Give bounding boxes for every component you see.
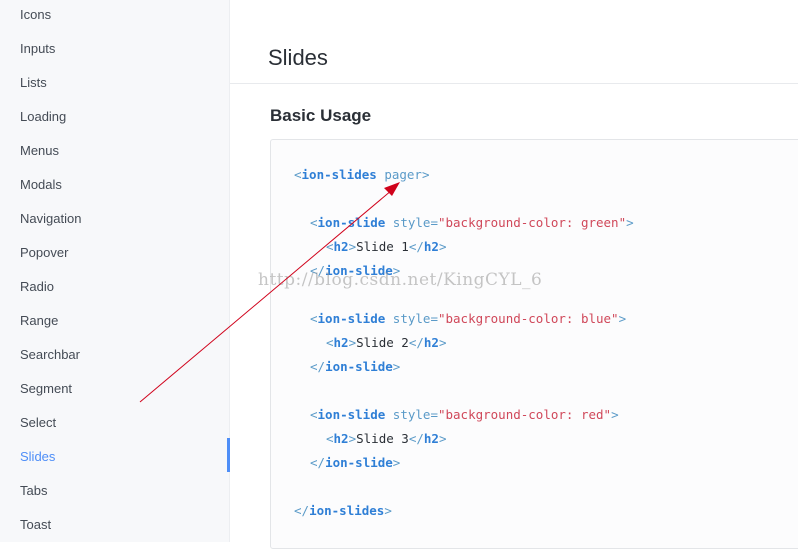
sidebar-item-icons[interactable]: Icons bbox=[20, 5, 51, 25]
code-line-h2-1: <h2>Slide 1</h2> bbox=[326, 239, 447, 254]
sidebar-item-loading[interactable]: Loading bbox=[20, 107, 66, 127]
code-line-close-slide-3: </ion-slide> bbox=[310, 455, 401, 470]
code-line-close-slide-2: </ion-slide> bbox=[310, 359, 401, 374]
sidebar-item-select[interactable]: Select bbox=[20, 413, 56, 433]
code-attr: style bbox=[392, 215, 431, 230]
code-tag: h2 bbox=[423, 431, 439, 446]
code-tag: ion-slide bbox=[317, 311, 386, 326]
sidebar-item-segment[interactable]: Segment bbox=[20, 379, 72, 399]
code-string: "background-color: red" bbox=[437, 407, 612, 422]
code-tag: ion-slide bbox=[325, 455, 393, 470]
code-line-open-slides: <ion-slides pager> bbox=[294, 167, 430, 182]
sidebar-item-radio[interactable]: Radio bbox=[20, 277, 54, 297]
code-tag: h2 bbox=[423, 335, 439, 350]
title-divider bbox=[230, 83, 798, 84]
code-block[interactable]: <ion-slides pager> <ion-slide style="bac… bbox=[270, 139, 798, 549]
code-line-close-slide-1: </ion-slide> bbox=[310, 263, 401, 278]
sidebar-item-modals[interactable]: Modals bbox=[20, 175, 62, 195]
code-line-open-slide-3: <ion-slide style="background-color: red"… bbox=[310, 407, 619, 422]
code-tag: ion-slide bbox=[325, 359, 393, 374]
code-line-h2-3: <h2>Slide 3</h2> bbox=[326, 431, 447, 446]
code-attr-pager: pager bbox=[384, 167, 422, 182]
sidebar-item-menus[interactable]: Menus bbox=[20, 141, 59, 161]
sidebar-item-tabs[interactable]: Tabs bbox=[20, 481, 47, 501]
code-text: Slide 2 bbox=[356, 335, 409, 350]
code-line-open-slide-1: <ion-slide style="background-color: gree… bbox=[310, 215, 634, 230]
code-text: Slide 3 bbox=[356, 431, 409, 446]
code-attr: style bbox=[392, 407, 431, 422]
code-tag: h2 bbox=[333, 239, 349, 254]
sidebar-item-navigation[interactable]: Navigation bbox=[20, 209, 81, 229]
page-title: Slides bbox=[268, 44, 328, 70]
sidebar-item-searchbar[interactable]: Searchbar bbox=[20, 345, 80, 365]
sidebar-item-lists[interactable]: Lists bbox=[20, 73, 47, 93]
code-tag: h2 bbox=[333, 431, 349, 446]
sidebar-item-slides[interactable]: Slides bbox=[20, 447, 55, 467]
code-tag: ion-slides bbox=[301, 167, 377, 182]
code-tag: ion-slides bbox=[309, 503, 385, 518]
code-text: Slide 1 bbox=[356, 239, 409, 254]
code-tag: ion-slide bbox=[325, 263, 393, 278]
sidebar-item-range[interactable]: Range bbox=[20, 311, 58, 331]
code-attr: style bbox=[392, 311, 431, 326]
code-line-close-slides: </ion-slides> bbox=[294, 503, 392, 518]
sidebar: Icons Inputs Lists Loading Menus Modals … bbox=[0, 0, 230, 542]
sidebar-item-inputs[interactable]: Inputs bbox=[20, 39, 55, 59]
code-tag: h2 bbox=[333, 335, 349, 350]
code-line-h2-2: <h2>Slide 2</h2> bbox=[326, 335, 447, 350]
main-content: Slides Basic Usage <ion-slides pager> <i… bbox=[230, 0, 798, 549]
code-string: "background-color: blue" bbox=[437, 311, 619, 326]
code-tag: ion-slide bbox=[317, 407, 386, 422]
code-tag: h2 bbox=[423, 239, 439, 254]
code-line-open-slide-2: <ion-slide style="background-color: blue… bbox=[310, 311, 627, 326]
sidebar-item-toast[interactable]: Toast bbox=[20, 515, 51, 535]
code-tag: ion-slide bbox=[317, 215, 386, 230]
code-string: "background-color: green" bbox=[437, 215, 627, 230]
sidebar-item-popover[interactable]: Popover bbox=[20, 243, 68, 263]
section-title: Basic Usage bbox=[270, 106, 372, 126]
